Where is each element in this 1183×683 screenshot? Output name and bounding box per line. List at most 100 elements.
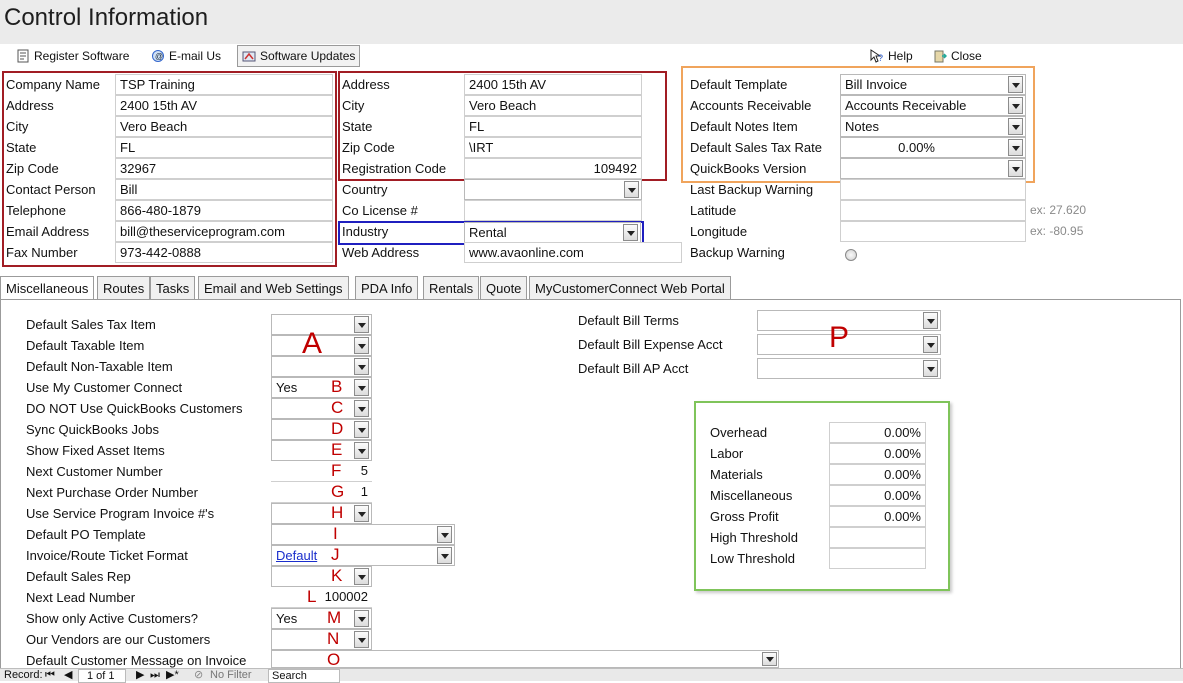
misc-show-active-customers-dropdown-icon[interactable] (354, 610, 369, 627)
misc-default-po-template-dropdown-icon[interactable] (437, 526, 452, 543)
company-address-field[interactable]: 2400 15th AV (115, 95, 333, 116)
tab-tasks[interactable]: Tasks (150, 276, 196, 300)
default-notes-item-dropdown-icon[interactable] (1008, 118, 1023, 135)
tab-mycustomerconnect[interactable]: MyCustomerConnect Web Portal (529, 276, 731, 300)
misc-next-po-number-field[interactable]: 1 (271, 482, 372, 503)
default-bill-expense-dropdown-icon[interactable] (923, 336, 938, 353)
backup-warning-option[interactable] (845, 249, 857, 261)
accounts-receivable-select[interactable]: Accounts Receivable (840, 95, 1026, 116)
country-select[interactable] (464, 179, 642, 200)
contact-person-field[interactable]: Bill (115, 179, 333, 200)
annotation-letter-b: B (331, 377, 343, 396)
misc-taxable-item-dropdown-icon[interactable] (354, 337, 369, 354)
last-backup-warning-field[interactable] (840, 179, 1026, 200)
gross-profit-field[interactable]: 0.00% (829, 506, 926, 527)
misc-invoice-route-format-select[interactable]: Default (271, 545, 455, 566)
close-button[interactable]: Close (929, 45, 986, 67)
latitude-field[interactable] (840, 200, 1026, 221)
misc-use-sp-invoice-numbers-dropdown-icon[interactable] (354, 505, 369, 522)
misc-non-taxable-item-dropdown-icon[interactable] (354, 358, 369, 375)
default-bill-terms-dropdown-icon[interactable] (923, 312, 938, 329)
gross-profit-label: Gross Profit (710, 509, 779, 524)
high-threshold-field[interactable] (829, 527, 926, 548)
tab-routes[interactable]: Routes (97, 276, 151, 300)
default-sales-tax-rate-select[interactable]: 0.00% (840, 137, 1026, 158)
longitude-label: Longitude (690, 224, 748, 239)
miscellaneous-field[interactable]: 0.00% (829, 485, 926, 506)
accounts-receivable-dropdown-icon[interactable] (1008, 97, 1023, 114)
tab-pda-info[interactable]: PDA Info (355, 276, 419, 300)
misc-sales-tax-item-dropdown-icon[interactable] (354, 316, 369, 333)
registration-code-field[interactable]: 109492 (464, 158, 642, 179)
new-record-icon[interactable]: ▶* (166, 669, 179, 681)
low-threshold-label: Low Threshold (710, 551, 796, 566)
labor-label: Labor (710, 446, 744, 461)
reg-city-field[interactable]: Vero Beach (464, 95, 642, 116)
reg-address-field[interactable]: 2400 15th AV (464, 74, 642, 95)
tab-miscellaneous[interactable]: Miscellaneous (0, 276, 95, 301)
materials-field[interactable]: 0.00% (829, 464, 926, 485)
overhead-field[interactable]: 0.00% (829, 422, 926, 443)
reg-zip-field[interactable]: \IRT (464, 137, 642, 158)
reg-state-field[interactable]: FL (464, 116, 642, 137)
email-us-button[interactable]: @ E-mail Us (147, 45, 225, 67)
quickbooks-version-dropdown-icon[interactable] (1008, 160, 1023, 177)
invoice-route-format-link[interactable]: Default (276, 548, 317, 563)
country-dropdown-icon[interactable] (624, 181, 639, 198)
last-backup-warning-label: Last Backup Warning (690, 182, 814, 197)
misc-vendors-are-customers-dropdown-icon[interactable] (354, 631, 369, 648)
default-sales-tax-rate-dropdown-icon[interactable] (1008, 139, 1023, 156)
misc-next-lead-number-field[interactable]: 100002 (271, 587, 372, 608)
register-software-button[interactable]: Register Software (12, 45, 133, 67)
tab-rentals[interactable]: Rentals (423, 276, 480, 300)
misc-invoice-route-format-dropdown-icon[interactable] (437, 547, 452, 564)
first-record-icon[interactable]: ⏮ (45, 669, 55, 681)
labor-field[interactable]: 0.00% (829, 443, 926, 464)
industry-dropdown-icon[interactable] (623, 224, 638, 241)
company-name-field[interactable]: TSP Training (115, 74, 333, 95)
no-filter-button[interactable]: No Filter (210, 669, 252, 681)
misc-use-my-customer-connect-dropdown-icon[interactable] (354, 379, 369, 396)
misc-show-fixed-asset-items-dropdown-icon[interactable] (354, 442, 369, 459)
software-updates-button[interactable]: Software Updates (237, 45, 361, 67)
tab-email-web-settings[interactable]: Email and Web Settings (198, 276, 349, 300)
misc-default-po-template-select[interactable] (271, 524, 455, 545)
misc-sync-qb-jobs-dropdown-icon[interactable] (354, 421, 369, 438)
default-template-dropdown-icon[interactable] (1008, 76, 1023, 93)
fax-number-field[interactable]: 973-442-0888 (115, 242, 333, 263)
license-field[interactable] (464, 200, 642, 221)
reg-zip-label: Zip Code (342, 140, 395, 155)
web-address-field[interactable]: www.avaonline.com (464, 242, 682, 263)
industry-label: Industry (342, 224, 389, 239)
quickbooks-version-select[interactable] (840, 158, 1026, 179)
annotation-letter-e: E (331, 440, 343, 459)
annotation-letter-m: M (327, 608, 342, 627)
close-icon (933, 49, 948, 63)
company-state-field[interactable]: FL (115, 137, 333, 158)
previous-record-icon[interactable]: ◀ (64, 669, 72, 681)
misc-default-customer-message-dropdown-icon[interactable] (762, 652, 777, 666)
company-city-field[interactable]: Vero Beach (115, 116, 333, 137)
default-bill-ap-select[interactable] (757, 358, 941, 379)
default-bill-ap-dropdown-icon[interactable] (923, 360, 938, 377)
misc-next-customer-number-field[interactable]: 5 (271, 461, 372, 482)
low-threshold-field[interactable] (829, 548, 926, 569)
misc-do-not-use-qb-customers-dropdown-icon[interactable] (354, 400, 369, 417)
last-record-icon[interactable]: ⏭ (150, 669, 160, 681)
longitude-field[interactable] (840, 221, 1026, 242)
no-filter-icon[interactable]: ⊘ (194, 669, 203, 681)
misc-label-show-active-customers: Show only Active Customers? (26, 611, 198, 626)
company-zip-field[interactable]: 32967 (115, 158, 333, 179)
tab-quote[interactable]: Quote (480, 276, 528, 300)
email-address-field[interactable]: bill@theserviceprogram.com (115, 221, 333, 242)
help-button[interactable]: ? Help (866, 45, 917, 67)
misc-default-customer-message-select[interactable] (271, 650, 779, 668)
misc-default-sales-rep-dropdown-icon[interactable] (354, 568, 369, 585)
default-template-select[interactable]: Bill Invoice (840, 74, 1026, 95)
default-notes-item-select[interactable]: Notes (840, 116, 1026, 137)
accounts-receivable-label: Accounts Receivable (690, 98, 812, 113)
industry-select[interactable]: Rental (464, 222, 641, 243)
miscellaneous-label: Miscellaneous (710, 488, 793, 503)
next-record-icon[interactable]: ▶ (136, 669, 144, 681)
telephone-field[interactable]: 866-480-1879 (115, 200, 333, 221)
